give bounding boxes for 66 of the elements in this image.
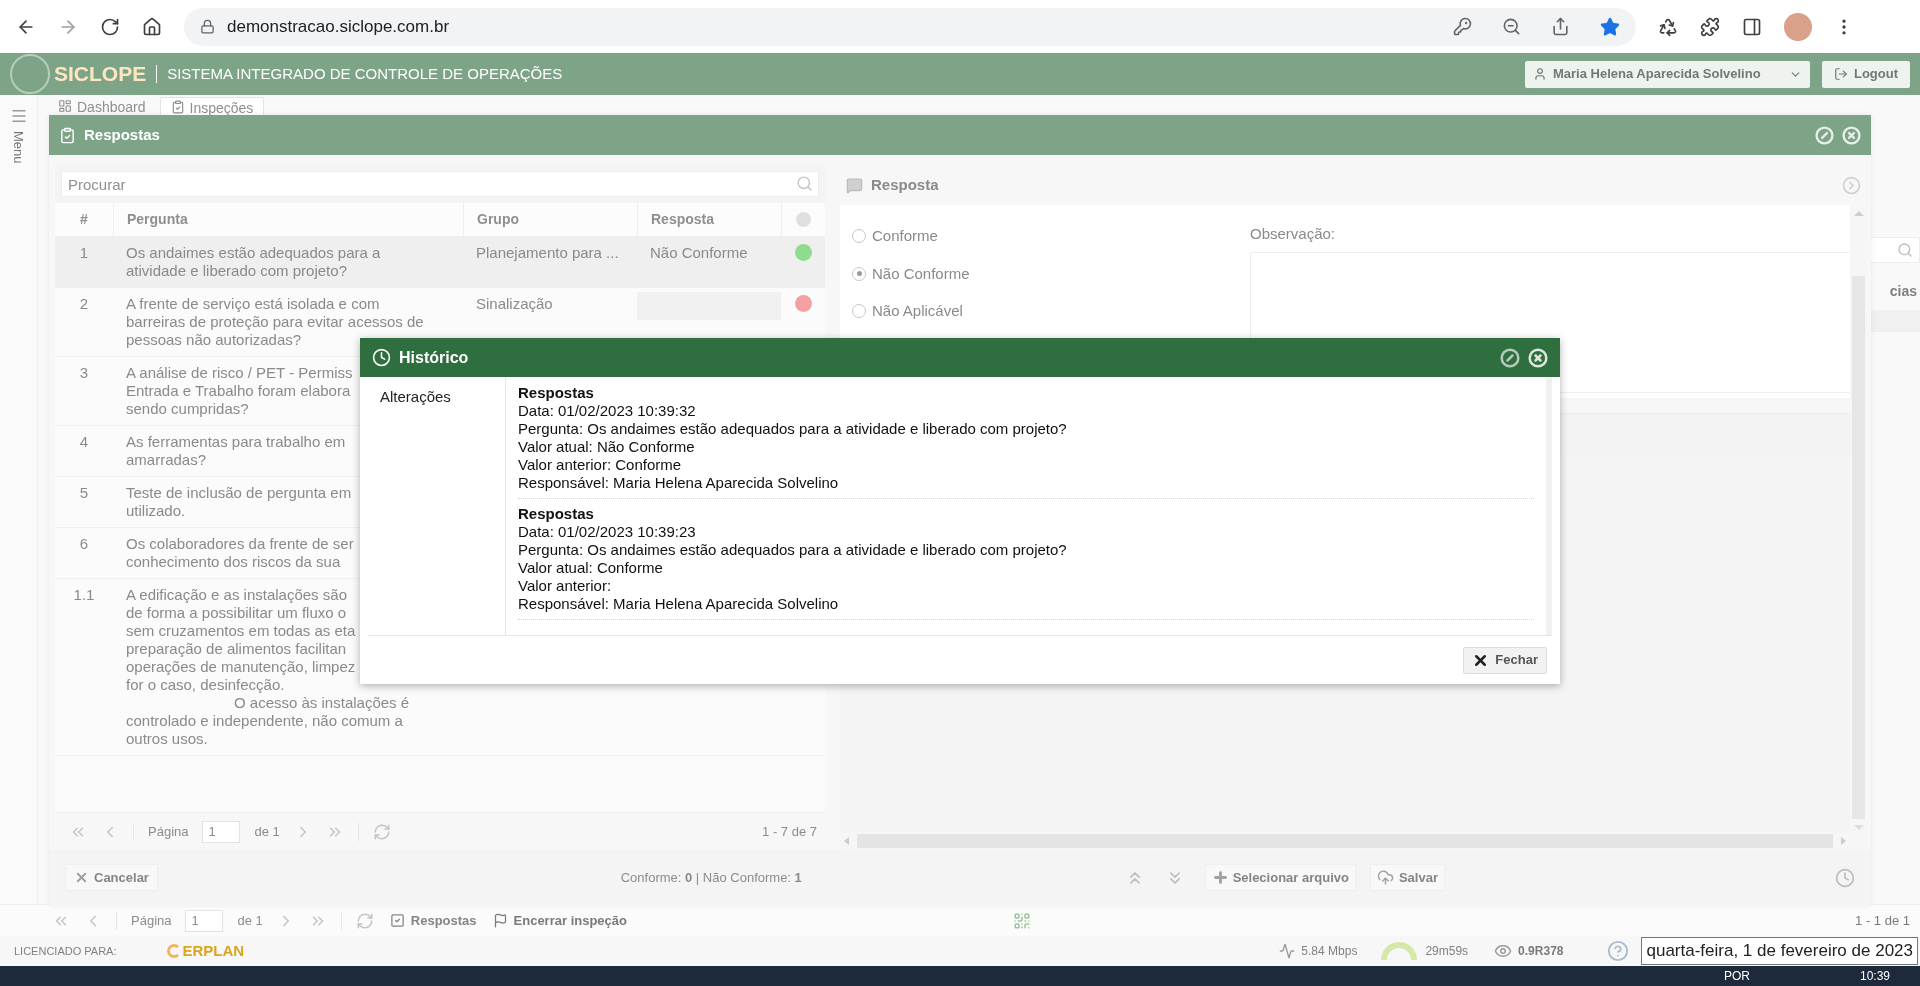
entry-line: Valor atual: Não Conforme <box>518 438 695 456</box>
question-text: sem cruzamentos em todas as eta <box>126 622 356 640</box>
timer-text: 29m59s <box>1425 943 1469 960</box>
entry-title: Respostas <box>518 505 594 523</box>
app-logo: SICLOPE <box>54 61 147 88</box>
speed-text: 5.84 Mbps <box>1301 943 1358 960</box>
question-text: utilizado. <box>126 502 186 520</box>
entry-line: Pergunta: Os andaimes estão adequados para a atividade e liberado com projeto? <box>518 541 1067 559</box>
row-number: 4 <box>79 433 89 452</box>
question-text: sendo cumpridas? <box>126 400 249 418</box>
entry-line: Data: 01/02/2023 10:39:23 <box>518 523 696 541</box>
entry-line: Valor atual: Conforme <box>518 559 663 577</box>
entry-line: Valor anterior: Conforme <box>518 456 682 474</box>
row-number: 5 <box>79 484 89 503</box>
group-text: Sinalização <box>476 295 553 312</box>
answer-summary: Conforme: 0 | Não Conforme: 1 <box>619 868 802 887</box>
question-text: for o caso, desinfecção. <box>126 676 285 694</box>
question-text: conhecimento dos riscos da sua <box>126 553 341 571</box>
question-text: A análise de risco / PET - Permiss <box>126 364 353 382</box>
modal-title: Respostas <box>84 124 160 145</box>
question-text: A frente de serviço está isolada e com <box>126 295 380 313</box>
page-label: Página <box>131 911 172 930</box>
answer-text: Não Conforme <box>650 244 748 261</box>
license-label: LICENCIADO PARA: <box>14 943 117 959</box>
entry-line: Responsável: Maria Helena Aparecida Solvelino <box>518 595 839 613</box>
question-text: outros usos. <box>126 730 208 748</box>
row-number: 1 <box>79 244 89 263</box>
question-text: Os andaimes estão adequados para a <box>126 244 381 262</box>
question-text: A edificação e as instalações são <box>126 586 347 604</box>
range-text: 1 - 1 de 1 <box>1855 911 1910 930</box>
question-text: operações de manutenção, limpez <box>126 658 356 676</box>
question-text: barreiras de proteção para evitar acessos de <box>126 313 424 331</box>
entry-line: Pergunta: Os andaimes estão adequados para a atividade e liberado com projeto? <box>518 420 1067 438</box>
page-count: de 1 <box>254 822 280 841</box>
question-text: As ferramentas para trabalho em <box>126 433 346 451</box>
panel-title: Resposta <box>871 174 939 195</box>
question-text: Os colaboradores da frente de ser <box>126 535 354 553</box>
group-text: Planejamento para ... <box>476 244 619 261</box>
row-number: 2 <box>79 295 89 314</box>
question-text: pessoas não autorizadas? <box>126 331 302 349</box>
row-number: 6 <box>79 535 89 554</box>
brand-logo: ERPLAN <box>182 940 245 961</box>
version-text: 0.9R378 <box>1518 943 1564 960</box>
page-label: Página <box>148 822 189 841</box>
question-text: O acesso às instalações é <box>234 694 410 712</box>
section-label: Alterações <box>380 388 451 405</box>
row-number: 1.1 <box>73 586 95 605</box>
question-text: amarradas? <box>126 451 207 469</box>
entry-title: Respostas <box>518 384 594 402</box>
range-text: 1 - 7 de 7 <box>762 822 817 841</box>
row-number: 3 <box>79 364 89 383</box>
question-text: preparação de alimentos facilitan <box>126 640 347 658</box>
page-count: de 1 <box>237 911 263 930</box>
entry-line: Valor anterior: <box>518 577 612 595</box>
question-text: Entrada e Trabalho foram elabora <box>126 382 351 400</box>
observation-label: Observação: <box>1250 224 1337 244</box>
date-tooltip: quarta-feira, 1 de fevereiro de 2023 <box>1641 937 1918 965</box>
app-title: SISTEMA INTEGRADO DE CONTROLE DE OPERAÇÕES <box>167 63 563 84</box>
url-text: demonstracao.siclope.com.br <box>227 15 450 38</box>
column-header: cias <box>1889 282 1918 301</box>
entry-line: Responsável: Maria Helena Aparecida Solvelino <box>518 474 839 492</box>
question-text: controlado e independente, não comum a <box>126 712 403 730</box>
question-text: Teste de inclusão de pergunta em <box>126 484 352 502</box>
question-text: de forma a possibilitar um fluxo o <box>126 604 347 622</box>
question-text: atividade e liberado com projeto? <box>126 262 347 280</box>
entry-line: Data: 01/02/2023 10:39:32 <box>518 402 696 420</box>
